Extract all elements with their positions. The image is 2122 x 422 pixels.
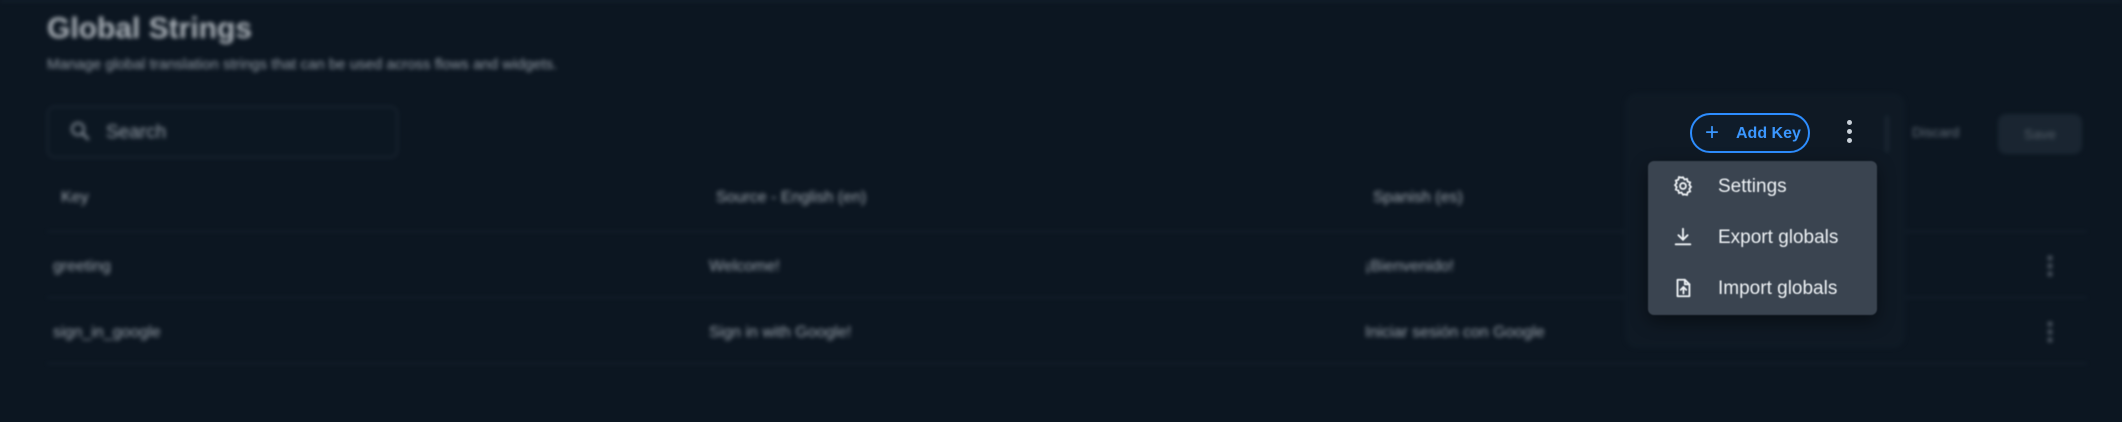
cell-key[interactable]: greeting (53, 258, 111, 276)
gear-icon (1673, 176, 1693, 196)
search-box[interactable] (47, 106, 398, 158)
column-header-key[interactable]: Key (61, 189, 89, 207)
download-icon (1674, 227, 1692, 246)
menu-item-export-globals[interactable]: Export globals (1648, 212, 1877, 263)
column-header-source[interactable]: Source - English (en) (716, 189, 866, 207)
save-button[interactable]: Save (1998, 114, 2082, 154)
row-more-icon[interactable] (2045, 322, 2055, 346)
cell-source[interactable]: Welcome! (709, 258, 780, 276)
menu-item-settings[interactable]: Settings (1648, 161, 1877, 212)
search-input[interactable] (104, 119, 388, 147)
cell-spanish[interactable]: ¡Bienvenido! (1365, 258, 1454, 276)
column-header-spanish[interactable]: Spanish (es) (1373, 189, 1463, 207)
row-divider (47, 363, 2087, 364)
file-upload-icon (1676, 278, 1691, 298)
row-more-icon[interactable] (2045, 256, 2055, 280)
more-options-icon[interactable] (1838, 120, 1860, 148)
menu-item-import-globals[interactable]: Import globals (1648, 263, 1877, 314)
menu-item-label: Export globals (1718, 227, 1839, 248)
add-key-label: Add Key (1736, 125, 1801, 142)
cell-key[interactable]: sign_in_google (53, 324, 161, 342)
more-options-menu: Settings Export globals Import globals (1648, 161, 1877, 315)
cell-source[interactable]: Sign in with Google! (709, 324, 851, 342)
menu-item-label: Import globals (1718, 278, 1838, 299)
plus-icon: + (1705, 119, 1720, 146)
page-subtitle: Manage global translation strings that c… (47, 56, 558, 73)
add-key-button[interactable]: + Add Key (1690, 113, 1810, 153)
menu-item-label: Settings (1718, 176, 1787, 197)
cell-spanish[interactable]: Iniciar sesión con Google (1365, 324, 1545, 342)
top-border (0, 0, 2122, 2)
page-title: Global Strings (47, 12, 253, 45)
discard-button[interactable]: Discard (1912, 124, 1959, 140)
toolbar-divider (1886, 116, 1888, 152)
global-strings-page: Global Strings Manage global translation… (0, 0, 2122, 422)
search-icon (71, 122, 90, 141)
